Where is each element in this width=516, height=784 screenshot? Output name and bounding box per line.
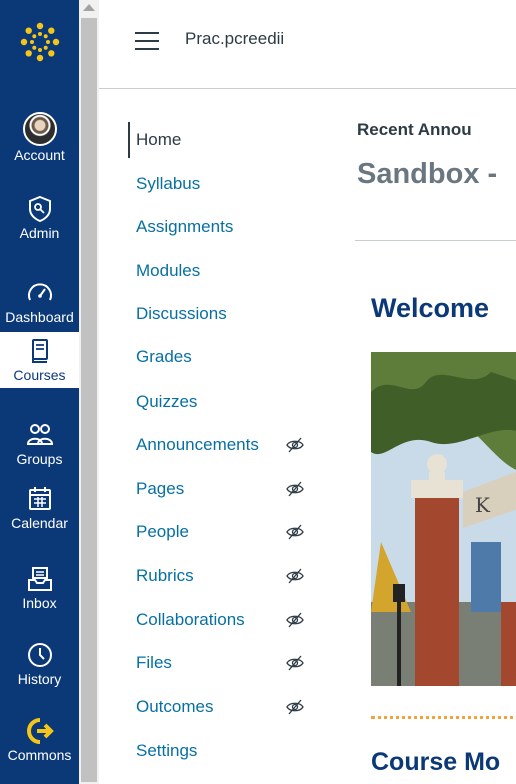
course-header: Prac.pcreedii — [99, 0, 516, 89]
course-nav-label: Settings — [136, 741, 198, 760]
inbox-icon — [27, 567, 52, 591]
nav-dashboard-label: Dashboard — [5, 309, 74, 325]
scroll-thumb[interactable] — [81, 18, 97, 782]
nav-groups-label: Groups — [16, 451, 63, 467]
course-nav-label: Announcements — [136, 435, 259, 454]
divider — [355, 240, 516, 241]
course-nav-label: People — [136, 522, 189, 541]
nav-commons[interactable]: Commons — [0, 716, 79, 763]
course-nav-collaborations[interactable]: Collaborations — [128, 608, 318, 632]
course-nav-label: Assignments — [136, 217, 234, 236]
main-content: Recent Annou Sandbox - Welcome K Course … — [355, 88, 516, 784]
course-nav-outcomes[interactable]: Outcomes — [128, 695, 318, 719]
course-nav-home[interactable]: Home — [128, 122, 318, 158]
nav-calendar-label: Calendar — [11, 515, 68, 531]
nav-inbox-label: Inbox — [22, 595, 57, 611]
eye-slash-icon — [286, 568, 304, 584]
canvas-logo-icon[interactable] — [20, 22, 60, 62]
book-icon — [31, 339, 48, 363]
eye-slash-icon — [286, 699, 304, 715]
nav-groups[interactable]: Groups — [0, 420, 79, 467]
nav-admin-label: Admin — [19, 225, 60, 241]
nav-calendar[interactable]: Calendar — [0, 484, 79, 531]
hamburger-menu-icon[interactable] — [135, 32, 159, 50]
course-nav-label: Syllabus — [136, 174, 201, 193]
course-nav-label: Home — [136, 130, 182, 149]
course-nav-label: Rubrics — [136, 566, 194, 585]
page-title: Sandbox - — [357, 158, 498, 190]
scroll-up-arrow-icon[interactable] — [83, 4, 95, 11]
nav-commons-label: Commons — [7, 747, 72, 763]
course-nav-label: Discussions — [136, 304, 227, 323]
course-modules-heading: Course Mo — [371, 748, 501, 776]
course-nav-grades[interactable]: Grades — [128, 345, 318, 369]
user-avatar — [22, 112, 57, 146]
nav-courses[interactable]: Courses — [0, 332, 79, 388]
global-nav: Account Admin Dashboard Courses Groups C… — [0, 0, 79, 784]
nav-history[interactable]: History — [0, 640, 79, 687]
course-nav-label: Quizzes — [136, 392, 198, 411]
people-icon — [26, 424, 53, 445]
course-nav-quizzes[interactable]: Quizzes — [128, 390, 318, 414]
nav-courses-label: Courses — [13, 367, 66, 383]
course-nav-settings[interactable]: Settings — [128, 739, 318, 763]
eye-slash-icon — [286, 437, 304, 453]
course-nav-people[interactable]: People — [128, 520, 318, 544]
arrow-right-icon — [26, 718, 54, 744]
course-nav-label: Files — [136, 653, 172, 672]
section-divider — [371, 716, 516, 719]
course-nav-assignments[interactable]: Assignments — [128, 215, 318, 239]
nav-dashboard[interactable]: Dashboard — [0, 278, 79, 325]
course-nav-label: Collaborations — [136, 610, 245, 629]
course-nav-pages[interactable]: Pages — [128, 477, 318, 501]
eye-slash-icon — [286, 524, 304, 540]
nav-history-label: History — [17, 671, 62, 687]
course-nav-label: Outcomes — [136, 697, 214, 716]
nav-account[interactable]: Account — [0, 112, 79, 163]
campus-gate-photo: K — [371, 352, 516, 686]
breadcrumb-course-name[interactable]: Prac.pcreedii — [185, 29, 284, 49]
scrollbar[interactable] — [79, 0, 99, 784]
welcome-heading: Welcome — [371, 293, 490, 323]
nav-admin[interactable]: Admin — [0, 194, 79, 241]
eye-slash-icon — [286, 655, 304, 671]
course-nav-modules[interactable]: Modules — [128, 259, 318, 283]
course-nav-rubrics[interactable]: Rubrics — [128, 564, 318, 588]
calendar-icon — [28, 487, 51, 510]
course-nav-label: Modules — [136, 261, 201, 280]
eye-slash-icon — [286, 612, 304, 628]
course-nav-label: Pages — [136, 479, 185, 498]
recent-announcements-heading: Recent Annou — [357, 120, 472, 139]
clock-icon — [27, 643, 52, 667]
course-nav-label: Grades — [136, 347, 192, 366]
svg-text:K: K — [475, 493, 491, 517]
course-nav-files[interactable]: Files — [128, 651, 318, 675]
course-nav-announcements[interactable]: Announcements — [128, 433, 318, 457]
speedometer-icon — [27, 283, 52, 301]
course-nav-discussions[interactable]: Discussions — [128, 302, 318, 326]
nav-inbox[interactable]: Inbox — [0, 564, 79, 611]
nav-account-label: Account — [14, 147, 65, 163]
eye-slash-icon — [286, 481, 304, 497]
shield-icon — [28, 195, 51, 223]
course-nav-syllabus[interactable]: Syllabus — [128, 172, 318, 196]
